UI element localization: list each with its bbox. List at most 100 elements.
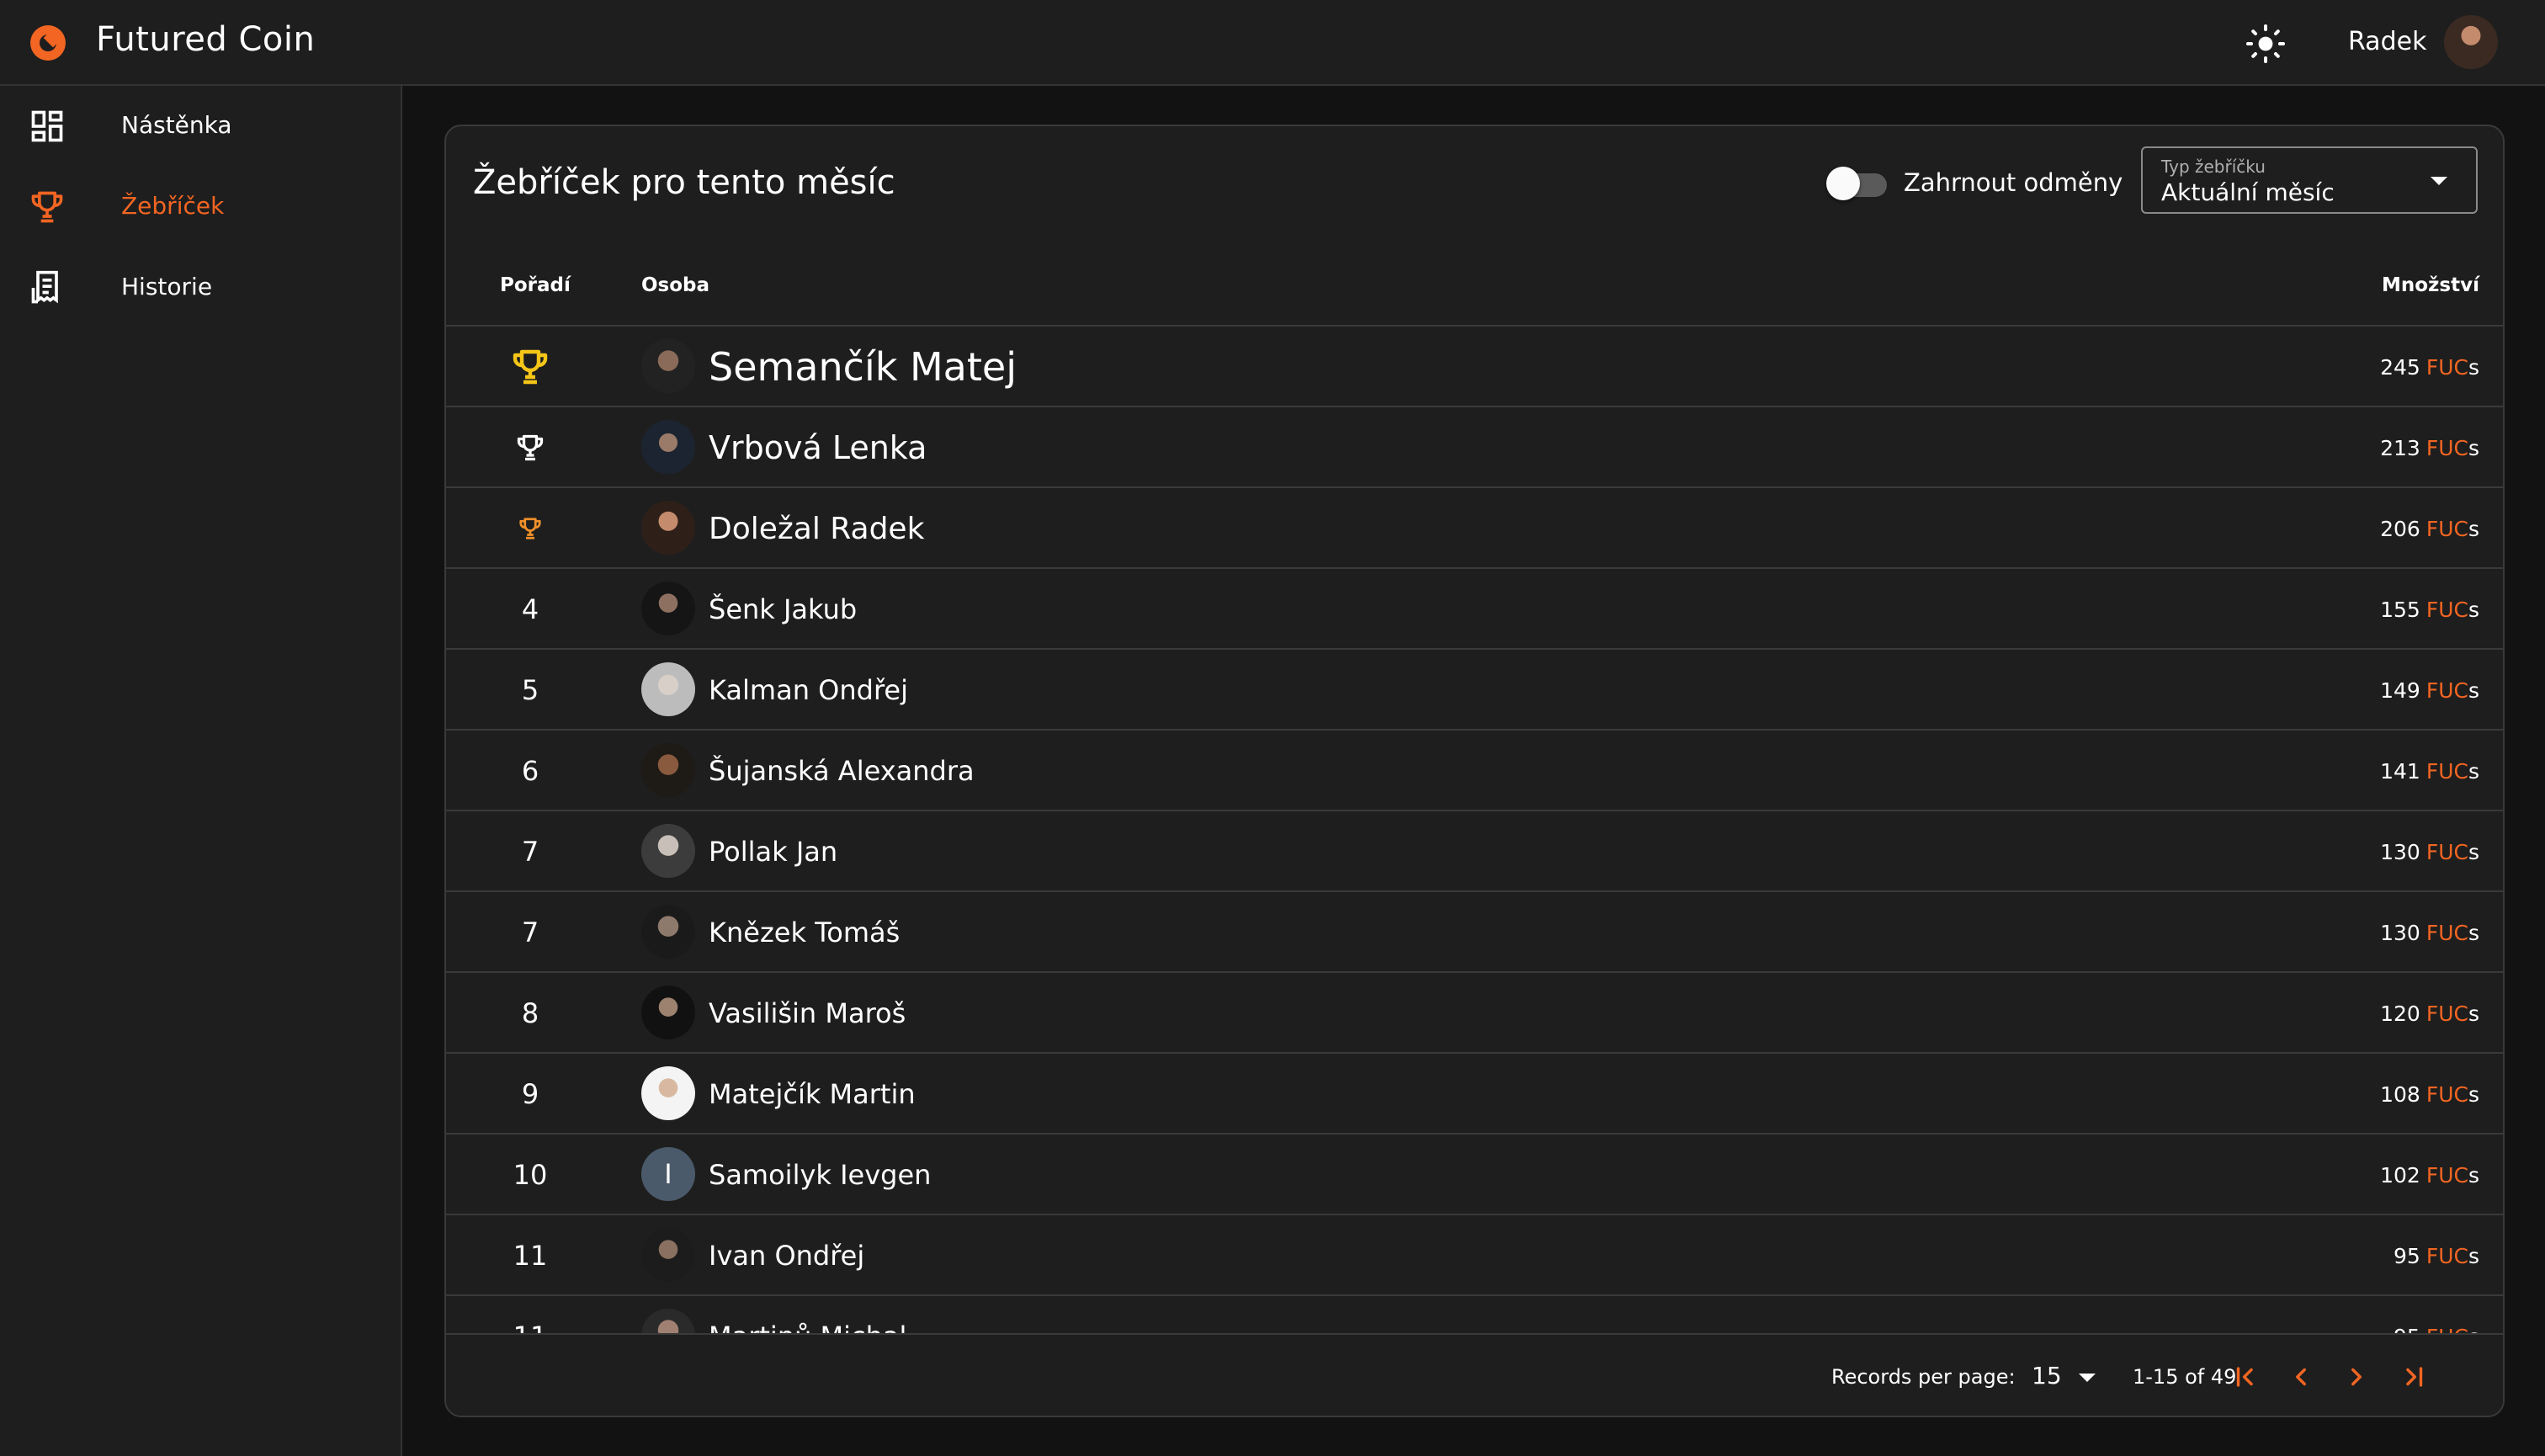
coin-amount: 155 FUC s [2380,569,2479,650]
sidebar-item-dashboard[interactable]: Nástěnka [0,86,401,167]
previous-page-button[interactable] [2281,1357,2321,1397]
currency-code: FUC [2425,435,2468,460]
table-row[interactable]: Vrbová Lenka 213 FUC s [446,407,2503,488]
coin-amount: 213 FUC s [2380,407,2479,488]
first-page-button[interactable] [2225,1357,2266,1397]
amount-value: 141 [2380,758,2420,784]
person-name: Šujanská Alexandra [709,755,975,787]
table-row[interactable]: 5 Kalman Ondřej 149 FUC s [446,650,2503,731]
rank-number: 11 [513,1240,548,1272]
include-rewards-toggle[interactable] [1826,167,1887,200]
currency-suffix: s [2468,597,2479,622]
column-header-person[interactable]: Osoba [641,274,709,296]
amount-value: 149 [2380,678,2420,703]
amount-value: 120 [2380,1001,2420,1026]
amount-value: 108 [2380,1081,2420,1107]
records-per-page-label: Records per page: [1831,1365,2016,1389]
pagination-range: 1-15 of 49 [2133,1365,2237,1389]
currency-code: FUC [2425,1001,2468,1026]
sidebar-item-leaderboard[interactable]: Žebříček [0,167,401,247]
coin-amount: 149 FUC s [2380,650,2479,731]
coin-amount: 206 FUC s [2380,488,2479,569]
currency-suffix: s [2468,678,2479,703]
rank-number: 9 [521,1078,539,1110]
sidebar-item-history[interactable]: Historie [0,247,401,328]
column-header-rank[interactable]: Pořadí [500,274,571,296]
user-avatar[interactable] [2444,15,2498,69]
currency-suffix: s [2468,435,2479,460]
table-body: Semančík Matej 245 FUC s Vrbová Lenka 213 FUC s… [446,327,2503,1342]
amount-value: 95 [2394,1243,2420,1268]
table-row[interactable]: 6 Šujanská Alexandra 141 FUC s [446,731,2503,811]
table-pagination: Records per page: 15 1-15 of 49 [446,1333,2503,1416]
avatar [641,1228,695,1282]
table-row[interactable]: 10 I Samoilyk Ievgen 102 FUC s [446,1135,2503,1215]
table-row[interactable]: 8 Vasilišin Maroš 120 FUC s [446,973,2503,1054]
include-rewards-label[interactable]: Zahrnout odměny [1904,168,2123,197]
coin-amount: 141 FUC s [2380,731,2479,811]
currency-suffix: s [2468,1001,2479,1026]
currency-code: FUC [2425,758,2468,784]
currency-code: FUC [2425,839,2468,864]
person-name: Vrbová Lenka [709,429,927,466]
table-row[interactable]: 9 Matejčík Martin 108 FUC s [446,1054,2503,1135]
trophy-bronze-icon [519,518,541,539]
column-header-amount[interactable]: Množství [2382,274,2479,296]
table-row[interactable]: 7 Pollak Jan 130 FUC s [446,811,2503,892]
sun-icon [2246,24,2285,63]
rank-number: 5 [521,674,539,706]
person-name: Semančík Matej [709,344,1017,390]
person-name: Ivan Ondřej [709,1240,865,1272]
rank-number: 7 [521,917,539,949]
coin-amount: 245 FUC s [2380,327,2479,407]
dropdown-arrow-icon[interactable] [2079,1374,2096,1382]
currency-suffix: s [2468,1081,2479,1107]
rank-trophy [497,488,564,569]
receipt-icon [31,270,58,304]
coin-amount: 102 FUC s [2380,1135,2479,1215]
amount-value: 245 [2380,354,2420,380]
currency-code: FUC [2425,920,2468,945]
currency-suffix: s [2468,920,2479,945]
leaderboard-type-select[interactable]: Typ žebříčku Aktuální měsíc [2141,146,2478,214]
amount-value: 130 [2380,839,2420,864]
person-name: Vasilišin Maroš [709,997,906,1029]
rank-number: 6 [521,755,539,787]
currency-suffix: s [2468,1243,2479,1268]
user-name[interactable]: Radek [2348,27,2426,56]
rank-number: 10 [513,1159,548,1191]
currency-code: FUC [2425,1162,2468,1188]
trophy-icon [31,191,63,223]
records-per-page-select[interactable]: 15 [2032,1362,2062,1390]
coin-amount: 130 FUC s [2380,811,2479,892]
sidebar: Nástěnka Žebříček Historie [0,86,402,1456]
person-name: Šenk Jakub [709,593,858,625]
rank-trophy [497,407,564,488]
table-row[interactable]: 4 Šenk Jakub 155 FUC s [446,569,2503,650]
table-row[interactable]: 11 Ivan Ondřej 95 FUC s [446,1215,2503,1296]
avatar [641,339,695,393]
coin-amount: 95FUCs [2394,1215,2479,1296]
currency-code: FUC [2425,597,2468,622]
amount-value: 213 [2380,435,2420,460]
rank-number: 7 [521,836,539,868]
page-title: Žebříček pro tento měsíc [473,163,895,202]
person-name: Pollak Jan [709,836,838,868]
currency-suffix: s [2468,839,2479,864]
currency-code: FUC [2425,354,2468,380]
avatar [641,905,695,959]
last-page-button[interactable] [2394,1357,2434,1397]
table-row[interactable]: Semančík Matej 245 FUC s [446,327,2503,407]
table-row[interactable]: Doležal Radek 206 FUC s [446,488,2503,569]
select-value: Aktuální měsíc [2161,178,2335,206]
next-page-button[interactable] [2336,1357,2377,1397]
leaderboard-card: Žebříček pro tento měsíc Zahrnout odměny… [444,125,2505,1417]
currency-suffix: s [2468,1162,2479,1188]
rank-number: 4 [521,593,539,625]
theme-toggle-button[interactable] [2242,20,2289,67]
person-name: Matejčík Martin [709,1078,916,1110]
avatar [641,420,695,474]
currency-code: FUC [2425,1081,2468,1107]
table-row[interactable]: 7 Knězek Tomáš 130 FUC s [446,892,2503,973]
currency-suffix: s [2468,354,2479,380]
